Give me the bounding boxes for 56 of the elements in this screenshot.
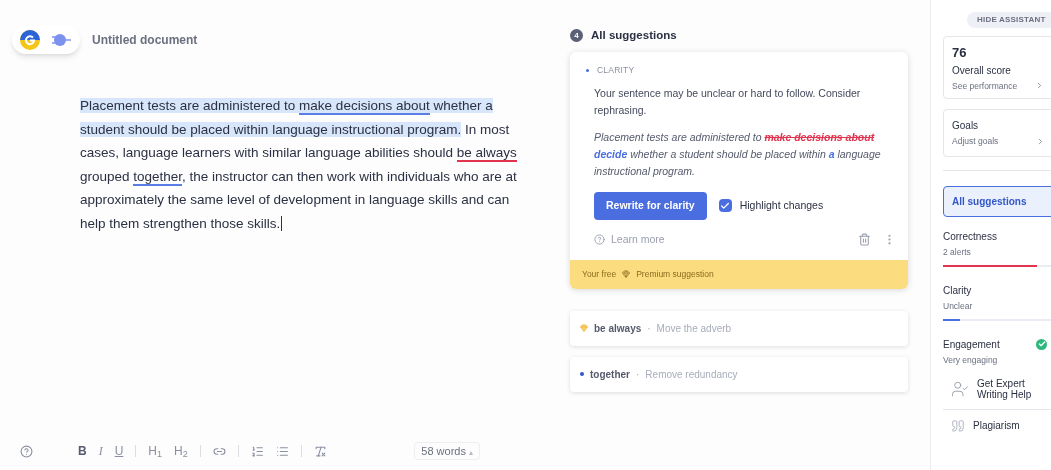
count-badge: 4: [570, 29, 583, 43]
numbered-list-icon[interactable]: [250, 444, 264, 458]
category-status: Unclear: [943, 299, 974, 313]
goals-card[interactable]: Goals Adjust goals: [943, 109, 1051, 157]
banner-text: Your free: [582, 267, 617, 281]
plug-icon: [52, 33, 72, 47]
document-title[interactable]: Untitled document: [92, 31, 198, 49]
expert-icon: [951, 380, 969, 399]
highlight-checkbox[interactable]: [718, 199, 732, 213]
clear-format-icon[interactable]: [313, 444, 327, 458]
score-card[interactable]: 76 Overall score See performance: [943, 36, 1051, 100]
separator-dot: ·: [636, 367, 640, 382]
banner-label: Premium suggestion: [636, 267, 714, 281]
document-text[interactable]: Placement tests are administered to make decisions about whether a student should be placed within language instructional program. In most cases, language learners with similar language abilities should be always grouped together, the instructor can then work with individuals who are at approximately the same level of development in language skills and can help them strengthen those skills.: [80, 94, 520, 235]
performance-link[interactable]: See performance: [952, 79, 1018, 93]
app-switcher[interactable]: [12, 26, 80, 54]
bullet-list-icon[interactable]: [275, 444, 289, 458]
hide-assistant-button[interactable]: HIDE ASSISTANT: [967, 12, 1051, 28]
separator-dot: ·: [647, 321, 651, 336]
category-status: 2 alerts: [943, 246, 972, 259]
check-icon: [1036, 338, 1047, 350]
score-label: Overall score: [952, 63, 1012, 78]
gem-icon: [580, 324, 588, 332]
word-count-button[interactable]: 58 words ▴: [414, 441, 480, 461]
format-button[interactable]: U: [114, 442, 124, 460]
checkbox-label[interactable]: Highlight changes: [739, 198, 824, 214]
suggestion-card[interactable]: [570, 52, 908, 289]
category-status: Very engaging: [943, 353, 999, 367]
category-name[interactable]: Clarity: [943, 282, 972, 298]
score-value: 76: [952, 44, 968, 62]
panel-title: All suggestions: [591, 28, 677, 43]
category-name[interactable]: Correctness: [943, 229, 997, 244]
quote-icon: [951, 418, 965, 433]
heading-button[interactable]: H$_{2}$: [174, 442, 188, 460]
expert-link[interactable]: Get Expert Writing Help: [977, 378, 1047, 401]
goals-label: Goals: [952, 119, 980, 134]
all-suggestions-tab[interactable]: All suggestions: [943, 186, 1051, 217]
help-icon: [594, 234, 605, 246]
trash-icon[interactable]: [858, 233, 871, 247]
suggestion-message: Your sentence may be unclear or hard to follow. Consider rephrasing.: [594, 86, 862, 118]
suggestion-item[interactable]: together · Remove redundancy: [570, 356, 908, 392]
help-icon[interactable]: [20, 444, 33, 458]
gem-icon: [622, 270, 631, 278]
suggestion-hint: Remove redundancy: [645, 367, 738, 382]
goals-link[interactable]: Adjust goals: [952, 135, 999, 148]
suggestion-phrase: be always: [594, 321, 642, 336]
rewrite-preview: Placement tests are administered to make decisions about decide whether a student should be placed within a language instructional program.: [594, 130, 882, 179]
suggestion-item[interactable]: be always · Move the adverb: [570, 310, 908, 346]
suggestion-phrase: together: [590, 367, 630, 382]
logo-icon: [20, 30, 40, 50]
format-button[interactable]: B: [78, 442, 87, 460]
category-label: CLARITY: [597, 64, 635, 77]
plagiarism-link[interactable]: Plagiarism: [973, 418, 1020, 434]
rewrite-button[interactable]: Rewrite for clarity: [594, 192, 707, 220]
suggestion-hint: Move the adverb: [656, 321, 732, 336]
category-name[interactable]: Engagement: [943, 336, 1000, 352]
